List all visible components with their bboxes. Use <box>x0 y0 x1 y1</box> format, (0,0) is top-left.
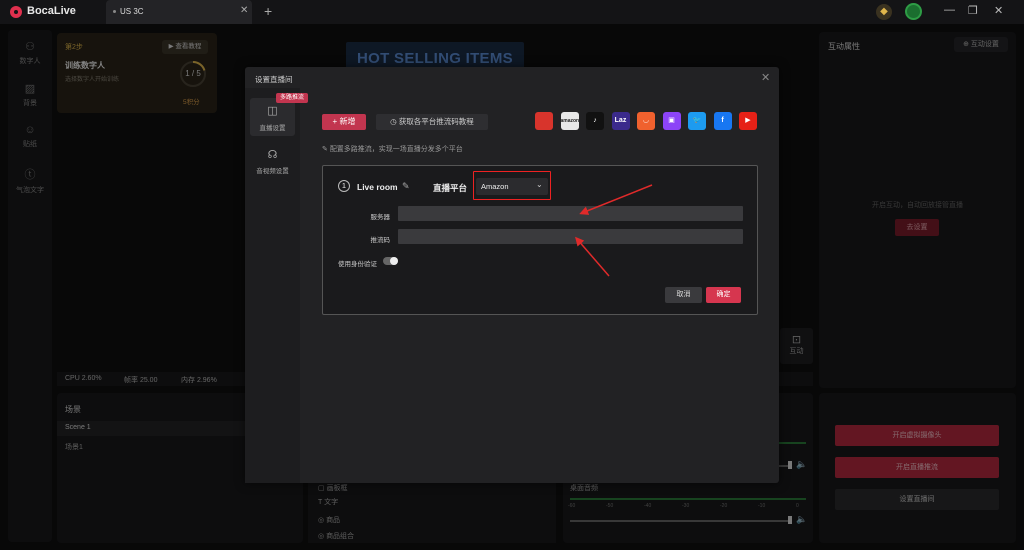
app-name: BocaLive <box>27 5 76 17</box>
platform-amazon-icon[interactable]: amazon <box>560 112 579 130</box>
server-input[interactable] <box>398 206 743 221</box>
stream-key-input[interactable] <box>398 229 743 244</box>
modal-title: 设置直播间 <box>255 75 293 84</box>
platform-lazada-icon[interactable]: Laz <box>611 112 630 130</box>
tab-status-icon <box>113 10 116 13</box>
camera-icon: ◫ <box>267 105 278 117</box>
diamond-icon[interactable]: ◆ <box>876 4 892 20</box>
avatar[interactable] <box>905 3 922 20</box>
platform-label: 直播平台 <box>433 183 468 193</box>
app-logo-icon <box>10 6 22 18</box>
tab-label: US 3C <box>120 7 144 16</box>
highlight-annotation <box>473 171 551 200</box>
platform-twitter-icon[interactable]: 🐦 <box>688 112 706 130</box>
room-name: Live room <box>357 182 398 192</box>
auth-toggle-knob[interactable] <box>390 257 398 265</box>
auth-label: 使用身份验证 <box>338 261 377 268</box>
stream-key-guide-button[interactable]: ◷ 获取各平台推流码教程 <box>376 114 488 130</box>
stream-key-label: 推流码 <box>370 237 391 244</box>
platform-tiktok-icon[interactable]: ♪ <box>586 112 604 130</box>
maximize-button[interactable]: ❐ <box>968 4 978 17</box>
add-room-button[interactable]: + 新增 <box>322 114 366 130</box>
confirm-button[interactable]: 确定 <box>706 287 741 303</box>
multi-stream-badge: 多路推流 <box>276 93 308 103</box>
tab-close-icon[interactable]: ✕ <box>240 5 248 16</box>
room-number: 1 <box>338 180 350 192</box>
close-icon[interactable]: ✕ <box>761 71 770 84</box>
platform-facebook-icon[interactable]: f <box>713 112 732 130</box>
nav-item-label: 直播设置 <box>259 125 286 132</box>
platform-twitch-icon[interactable]: ▣ <box>662 112 681 130</box>
platform-youtube-icon[interactable]: ▶ <box>739 112 757 130</box>
close-window-button[interactable]: ✕ <box>994 4 1003 17</box>
nav-item-av-settings[interactable]: 音视频设置 <box>245 165 300 175</box>
platform-aliexpress-icon[interactable]: ◡ <box>637 112 655 130</box>
server-label: 服务器 <box>370 214 391 221</box>
headphones-icon[interactable]: ☊ <box>250 148 295 161</box>
config-hint: ✎ 配置多路推流，实现一场直播分发多个平台 <box>322 146 463 153</box>
minimize-button[interactable]: — <box>944 4 955 16</box>
new-tab-button[interactable]: + <box>264 3 272 19</box>
platform-shop-icon[interactable] <box>535 112 553 130</box>
guide-label: 获取各平台推流码教程 <box>398 117 474 126</box>
cancel-button[interactable]: 取消 <box>665 287 702 303</box>
edit-icon[interactable]: ✎ <box>402 181 410 192</box>
config-hint-text: 配置多路推流，实现一场直播分发多个平台 <box>329 146 463 153</box>
